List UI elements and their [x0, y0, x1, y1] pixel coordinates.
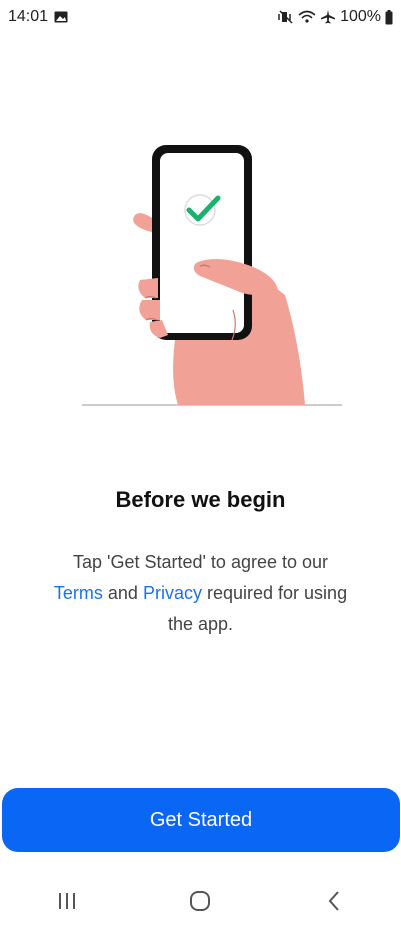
recents-button[interactable] [37, 883, 97, 923]
battery-percent: 100% [340, 8, 381, 25]
recents-icon [56, 891, 78, 916]
back-button[interactable] [304, 883, 364, 923]
status-left: 14:01 [8, 8, 68, 26]
battery-icon [385, 9, 393, 25]
status-time: 14:01 [8, 8, 49, 25]
desc-text-and: and [107, 583, 138, 603]
airplane-icon [320, 10, 336, 24]
privacy-link[interactable]: Privacy [143, 583, 202, 603]
back-icon [327, 890, 341, 917]
home-button[interactable] [170, 883, 230, 923]
terms-link[interactable]: Terms [54, 583, 103, 603]
status-bar: 14:01 100% [0, 0, 401, 34]
get-started-button[interactable]: Get Started [2, 788, 400, 852]
image-icon [54, 11, 68, 23]
wifi-icon [298, 10, 316, 24]
mute-vibrate-icon [278, 10, 294, 24]
status-right: 100% [278, 8, 393, 26]
system-nav-bar [0, 873, 401, 933]
desc-text-1: Tap 'Get Started' to agree to our [72, 552, 329, 572]
page-title: Before we begin [115, 487, 286, 512]
consent-description: Tap 'Get Started' to agree to our Terms … [40, 547, 361, 640]
home-icon [188, 889, 212, 918]
phone-in-hand-check-icon [0, 130, 401, 410]
